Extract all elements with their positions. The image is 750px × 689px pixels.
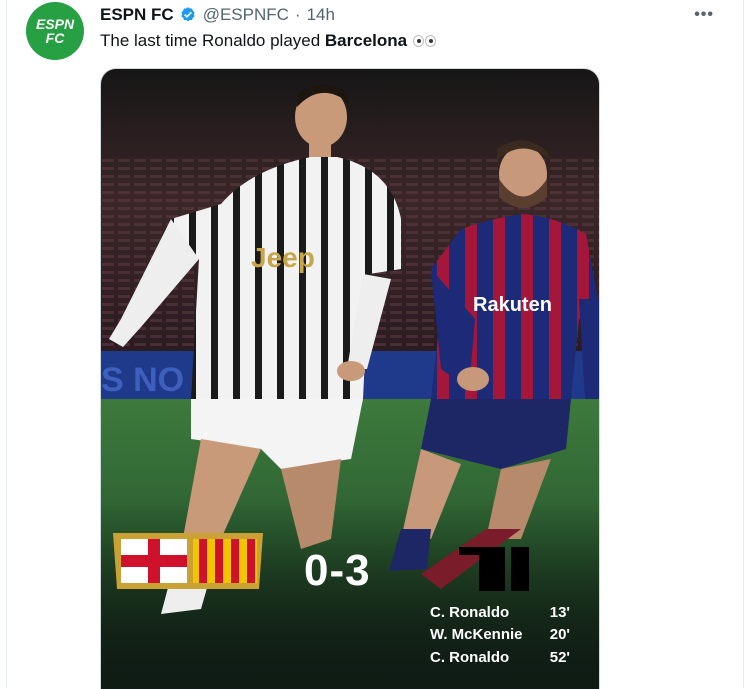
tweet-text-prefix: The last time Ronaldo played: [100, 31, 325, 50]
match-score: 0-3: [304, 546, 371, 595]
author-handle[interactable]: @ESPNFC: [203, 5, 289, 25]
time-separator: ·: [294, 5, 301, 24]
tweet-text: The last time Ronaldo played Barcelona: [100, 31, 437, 52]
barcelona-flag-icon: [113, 533, 263, 589]
scorer-minute: 13': [549, 603, 570, 621]
scorer-name: C. Ronaldo: [430, 648, 510, 666]
tweet-text-bold: Barcelona: [324, 31, 408, 50]
scorer-row: C. Ronaldo 13': [430, 601, 570, 624]
scorers-list: C. Ronaldo 13' W. McKennie 20' C. Ronald…: [430, 601, 570, 669]
right-shirt-sponsor: Rakuten: [473, 294, 552, 316]
avatar-text-espn: ESPN: [35, 16, 75, 32]
avatar-text-fc: FC: [45, 30, 65, 46]
more-options-icon[interactable]: •••: [694, 6, 714, 24]
stadium-banner-text: S NO: [101, 361, 184, 399]
scorer-minute: 52': [549, 648, 570, 666]
scorer-name: C. Ronaldo: [430, 603, 510, 621]
tweet-time[interactable]: 14h: [307, 5, 335, 25]
eyes-emoji-icon: [413, 32, 437, 52]
scorer-name: W. McKennie: [430, 626, 523, 644]
verified-badge-icon: [181, 7, 195, 22]
scorer-row: C. Ronaldo 52': [430, 646, 570, 669]
author-name[interactable]: ESPN FC: [100, 5, 174, 25]
scorer-row: W. McKennie 20': [430, 624, 570, 647]
scorer-minute: 20': [549, 626, 570, 644]
left-shirt-sponsor: Jeep: [251, 242, 315, 273]
tweet-header: ESPN FC @ESPNFC · 14h: [100, 3, 335, 27]
tweet[interactable]: ESPN FC ESPN FC @ESPNFC · 14h ••• The la…: [0, 0, 750, 689]
match-photo: S NO Jeep Rakuten: [101, 69, 599, 689]
avatar[interactable]: ESPN FC: [26, 2, 84, 60]
